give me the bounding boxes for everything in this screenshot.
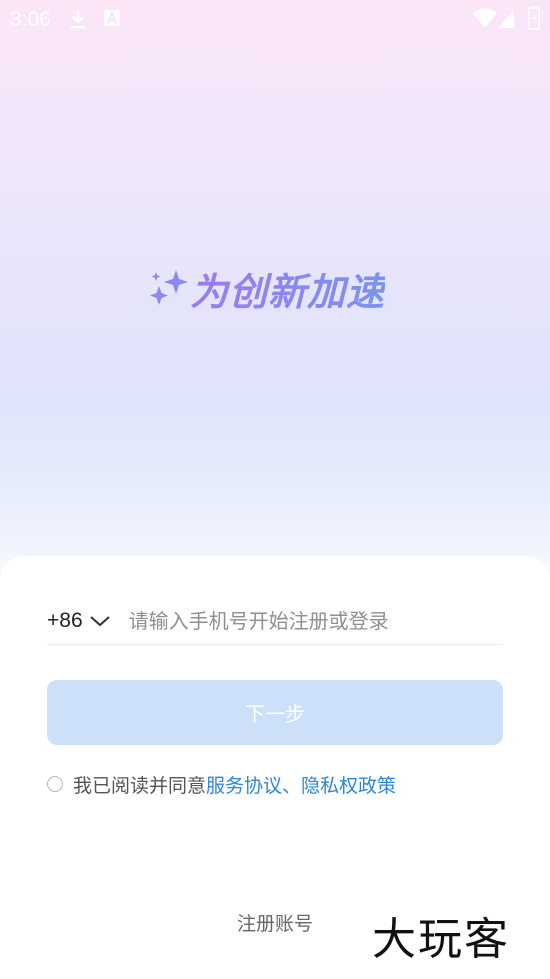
chevron-down-icon[interactable]: [89, 614, 111, 628]
agreement-checkbox[interactable]: [47, 776, 63, 792]
status-bar: 3:06: [0, 0, 550, 38]
agreement-prefix: 我已阅读并同意: [73, 774, 207, 797]
agreement-row: 我已阅读并同意 服务协议 、 隐私权政策: [47, 770, 396, 798]
sparkle-icon: [150, 270, 188, 305]
wifi-icon: [473, 8, 497, 28]
agreement-separator: 、: [282, 774, 302, 797]
status-time: 3:06: [10, 8, 51, 31]
phone-input[interactable]: [128, 601, 449, 641]
phone-row: +86: [47, 598, 503, 645]
download-icon: [71, 10, 85, 29]
slogan-text: 为创新加速: [190, 261, 385, 316]
a-icon: [104, 10, 120, 26]
privacy-link[interactable]: 隐私权政策: [301, 771, 396, 798]
battery-icon: [528, 6, 540, 30]
signal-icon: [498, 10, 514, 28]
next-button[interactable]: 下一步: [47, 680, 503, 745]
watermark-logo: 大玩客: [372, 914, 510, 965]
country-code-selector[interactable]: +86: [47, 609, 83, 633]
slogan: 为创新加速: [146, 261, 416, 316]
terms-link[interactable]: 服务协议: [206, 771, 282, 798]
